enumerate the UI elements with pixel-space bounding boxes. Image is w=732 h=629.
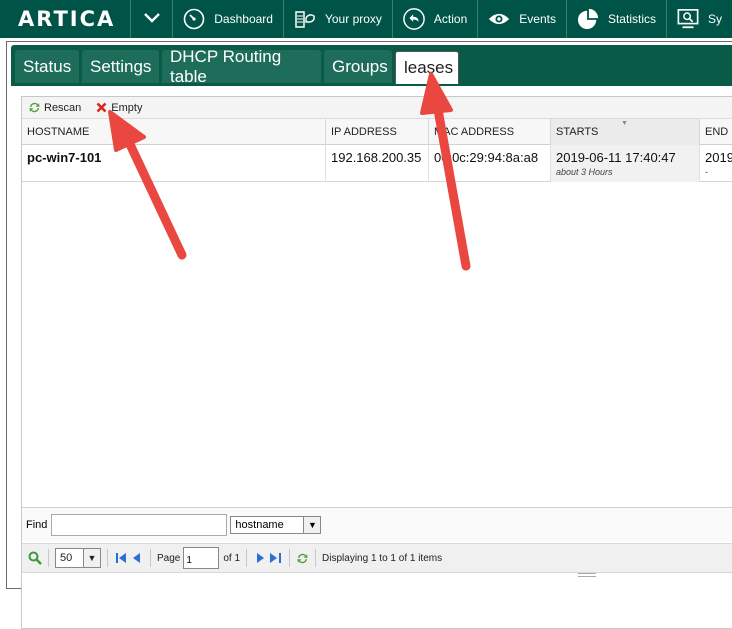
prev-page-icon[interactable] xyxy=(131,551,142,565)
chevron-down-icon: ▼ xyxy=(303,516,321,533)
nav-statistics[interactable]: Statistics xyxy=(567,0,667,38)
pager-divider xyxy=(107,549,108,567)
nav-dashboard[interactable]: Dashboard xyxy=(173,0,284,38)
page-number-input[interactable] xyxy=(183,547,220,569)
nav-system-label: Sy xyxy=(707,12,722,26)
empty-button[interactable]: Empty xyxy=(95,101,142,114)
column-header-mac-address[interactable]: MAC ADDRESS xyxy=(429,119,551,145)
red-x-icon xyxy=(95,101,108,114)
find-input[interactable] xyxy=(51,513,228,536)
nav-events[interactable]: Events xyxy=(478,0,567,38)
nav-dashboard-label: Dashboard xyxy=(214,12,273,26)
eye-icon xyxy=(488,8,510,30)
nav-action[interactable]: Action xyxy=(393,0,479,38)
cell-mac-address: 00:0c:29:94:8a:a8 xyxy=(429,145,551,182)
cell-end: 2019 - xyxy=(705,150,732,177)
proxy-icon xyxy=(294,8,316,30)
gauge-icon xyxy=(183,8,205,30)
chevron-down-icon xyxy=(144,12,160,26)
find-field-select[interactable]: hostname ▼ xyxy=(230,515,322,534)
find-label: Find xyxy=(26,518,48,531)
cell-starts: 2019-06-11 17:40:47 about 3 Hours xyxy=(551,145,700,182)
page-count-label: of 1 xyxy=(223,552,241,564)
tab-leases[interactable]: leases xyxy=(395,51,459,84)
leases-grid: Rescan Empty HOSTNAME IP ADDRESS MAC ADD… xyxy=(21,96,732,629)
cell-hostname: pc-win7-101 xyxy=(22,145,326,182)
first-page-icon[interactable] xyxy=(116,551,127,565)
column-header-end[interactable]: END xyxy=(700,119,732,145)
tab-status[interactable]: Status xyxy=(15,50,79,83)
nav-statistics-label: Statistics xyxy=(607,12,656,26)
column-header-hostname[interactable]: HOSTNAME xyxy=(22,119,326,145)
tab-groups[interactable]: Groups xyxy=(324,50,392,83)
next-page-icon[interactable] xyxy=(255,551,266,565)
nav-your-proxy[interactable]: Your proxy xyxy=(284,0,393,38)
pager-divider xyxy=(48,549,49,567)
pager-bar: 50 ▼ Page of 1 xyxy=(22,543,732,573)
nav-action-label: Action xyxy=(433,12,468,26)
pager-divider xyxy=(315,549,317,567)
nav-system[interactable]: Sy xyxy=(667,0,732,38)
resize-grip[interactable] xyxy=(578,573,596,577)
top-navbar: ARTICA Dashboard Your proxy Action Event… xyxy=(0,0,732,38)
search-icon[interactable] xyxy=(28,551,42,565)
refresh-icon xyxy=(28,101,41,114)
pager-divider xyxy=(289,549,291,567)
menu-toggle-button[interactable] xyxy=(131,0,174,38)
tab-settings[interactable]: Settings xyxy=(82,50,159,83)
rescan-button[interactable]: Rescan xyxy=(28,101,81,114)
page-label: Page xyxy=(157,552,181,564)
tab-bar: Status Settings DHCP Routing table Group… xyxy=(11,45,732,86)
chevron-down-icon: ▼ xyxy=(83,549,100,567)
monitor-search-icon xyxy=(677,8,699,30)
main-frame: Status Settings DHCP Routing table Group… xyxy=(6,41,732,629)
artica-logo[interactable]: ARTICA xyxy=(0,0,132,38)
pager-divider xyxy=(150,549,151,567)
per-page-select[interactable]: 50 ▼ xyxy=(55,548,101,568)
nav-events-label: Events xyxy=(519,12,556,26)
sort-indicator-icon: ▼ xyxy=(621,120,628,127)
undo-arrow-icon xyxy=(403,8,425,30)
pager-divider xyxy=(246,549,248,567)
nav-your-proxy-label: Your proxy xyxy=(324,12,382,26)
tab-dhcp-routing-table[interactable]: DHCP Routing table xyxy=(162,47,321,86)
pager-status: Displaying 1 to 1 of 1 items xyxy=(322,552,443,564)
table-row[interactable]: pc-win7-101 192.168.200.35 00:0c:29:94:8… xyxy=(22,145,732,182)
column-header-ip-address[interactable]: IP ADDRESS xyxy=(326,119,429,145)
grid-toolbar: Rescan Empty xyxy=(22,97,732,119)
cell-ip-address: 192.168.200.35 xyxy=(326,145,429,182)
last-page-icon[interactable] xyxy=(270,551,282,565)
refresh-icon[interactable] xyxy=(296,552,309,565)
find-bar: Find hostname ▼ xyxy=(22,507,732,541)
pie-chart-icon xyxy=(577,8,599,30)
column-header-starts[interactable]: ▼ STARTS xyxy=(551,119,700,145)
table-header: HOSTNAME IP ADDRESS MAC ADDRESS ▼ STARTS … xyxy=(22,119,732,145)
